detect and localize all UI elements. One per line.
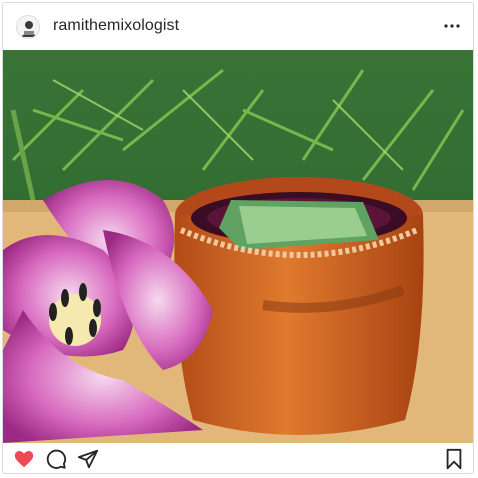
instagram-post: ramithemixologist (2, 2, 474, 474)
cocktail-photo (3, 50, 473, 443)
post-photo[interactable] (3, 50, 473, 443)
comment-button[interactable] (45, 448, 67, 470)
more-options-button[interactable] (441, 15, 463, 37)
share-button[interactable] (77, 448, 99, 470)
profile-avatar[interactable] (16, 15, 40, 39)
save-button[interactable] (443, 448, 465, 470)
profile-avatar-icon (17, 16, 39, 38)
post-actions (3, 444, 473, 474)
share-icon (77, 449, 99, 469)
username[interactable]: ramithemixologist (53, 17, 179, 35)
post-header: ramithemixologist (3, 3, 473, 51)
more-options-icon (444, 24, 460, 28)
comment-icon (46, 449, 67, 469)
like-button[interactable] (13, 448, 35, 470)
bookmark-icon (446, 448, 462, 470)
heart-icon (14, 451, 34, 468)
